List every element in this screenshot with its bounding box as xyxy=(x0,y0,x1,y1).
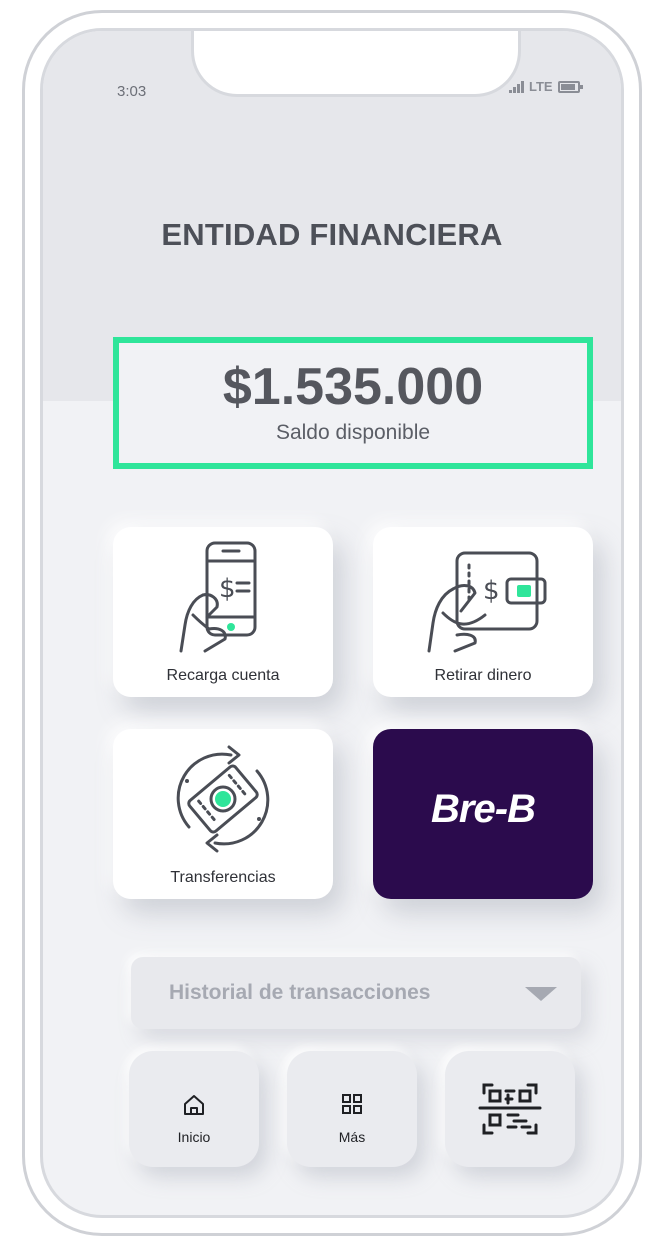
breb-button[interactable]: Bre-B xyxy=(373,729,593,899)
recarga-cuenta-label: Recarga cuenta xyxy=(166,667,280,684)
transfer-cycle-icon xyxy=(163,741,283,864)
phone-dollar-icon: $ xyxy=(163,539,283,662)
balance-card: $1.535.000 Saldo disponible xyxy=(113,337,593,469)
breb-logo: Bre-B xyxy=(431,787,536,831)
page-title: ENTIDAD FINANCIERA xyxy=(161,217,503,252)
nav-inicio-button[interactable]: Inicio xyxy=(129,1051,259,1167)
phone-notch xyxy=(191,31,521,97)
history-select-label: Historial de transacciones xyxy=(169,981,431,1004)
phone-screen: 3:03 LTE ENTIDAD FINANCIERA $1.535.000 S… xyxy=(40,28,624,1218)
transferencias-button[interactable]: Transferencias xyxy=(113,729,333,899)
grid-icon xyxy=(341,1093,363,1120)
transferencias-label: Transferencias xyxy=(170,869,276,886)
network-label: LTE xyxy=(529,79,553,94)
retirar-dinero-button[interactable]: $ Retirar dinero xyxy=(373,527,593,697)
recarga-cuenta-button[interactable]: $ Recarga cuenta xyxy=(113,527,333,697)
qr-code-icon xyxy=(478,1081,542,1142)
retirar-dinero-label: Retirar dinero xyxy=(434,667,532,684)
balance-label: Saldo disponible xyxy=(275,421,431,444)
balance-amount: $1.535.000 xyxy=(222,358,484,416)
home-icon xyxy=(182,1093,206,1122)
nav-mas-button[interactable]: Más xyxy=(287,1051,417,1167)
signal-icon xyxy=(509,80,524,93)
status-time: 3:03 xyxy=(117,83,147,100)
svg-text:$: $ xyxy=(483,576,500,606)
nav-mas-label: Más xyxy=(338,1129,366,1145)
nav-qr-button[interactable] xyxy=(445,1051,575,1167)
battery-icon xyxy=(557,80,583,93)
caret-down-icon xyxy=(525,987,557,1001)
svg-text:$: $ xyxy=(219,574,236,604)
status-indicators: LTE xyxy=(509,79,583,94)
transaction-history-select[interactable]: Historial de transacciones xyxy=(131,957,581,1029)
wallet-dollar-icon: $ xyxy=(413,539,553,662)
nav-inicio-label: Inicio xyxy=(177,1129,211,1145)
